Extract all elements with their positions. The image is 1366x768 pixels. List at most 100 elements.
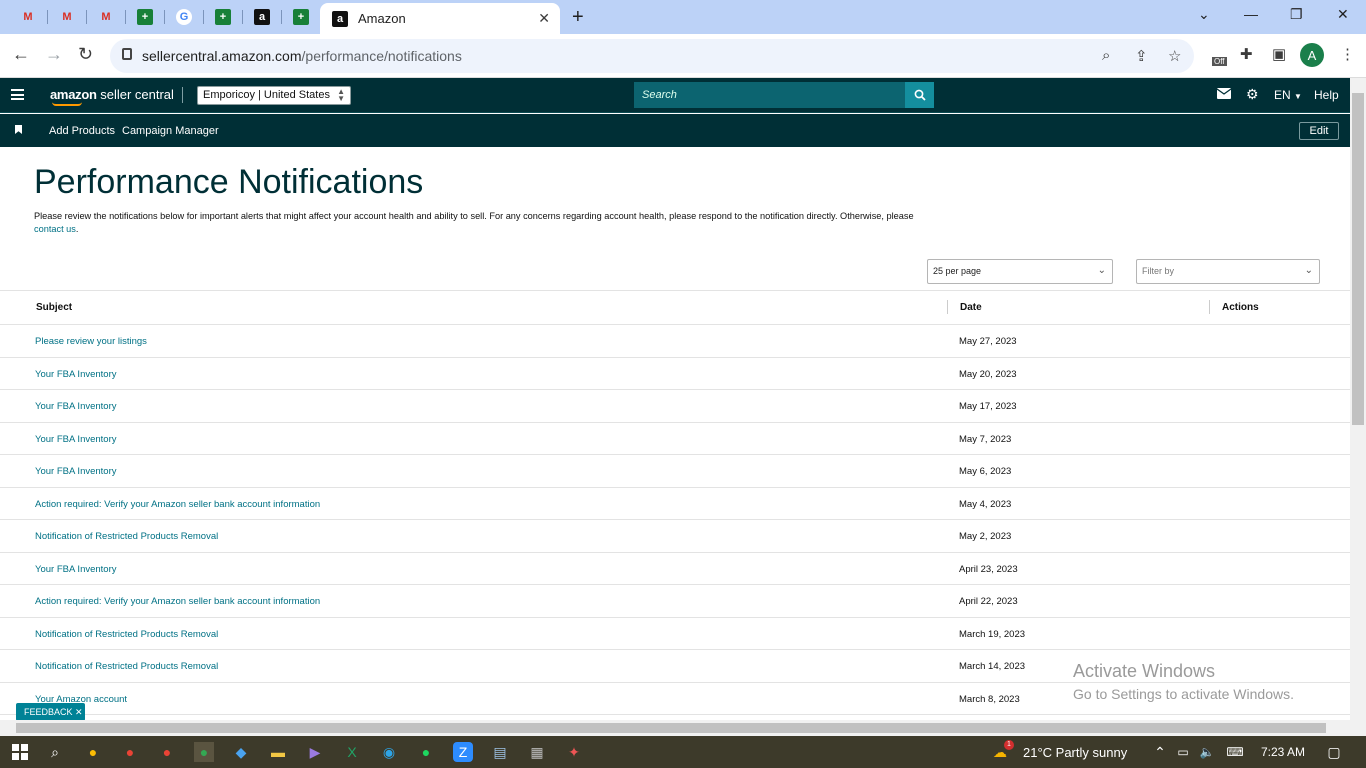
keyboard-icon[interactable]: ⌨ — [1225, 742, 1245, 762]
notification-subject-link[interactable]: Action required: Verify your Amazon sell… — [35, 596, 320, 607]
network-icon[interactable]: ▭ — [1173, 742, 1193, 762]
url-path: /performance/notifications — [301, 48, 462, 64]
zoom-icon[interactable]: Z — [453, 742, 473, 762]
help-link[interactable]: Help — [1314, 88, 1339, 102]
language-selector[interactable]: EN ▼ — [1274, 88, 1302, 102]
profile-avatar[interactable]: A — [1300, 43, 1324, 67]
extensions-puzzle-icon[interactable]: ✚ — [1240, 45, 1253, 63]
side-panel-icon[interactable]: ▣ — [1272, 45, 1286, 63]
notification-date: May 6, 2023 — [959, 466, 1012, 477]
tab-separator — [281, 10, 282, 24]
weather-text[interactable]: 21°C Partly sunny — [1023, 745, 1127, 760]
notifications-icon[interactable]: ▢ — [1324, 742, 1344, 762]
notification-subject-link[interactable]: Your FBA Inventory — [35, 401, 117, 412]
intro-end: . — [75, 224, 79, 234]
pinned-tab-sheets[interactable]: + — [127, 5, 163, 29]
chrome-icon[interactable]: ● — [194, 742, 214, 762]
clock-time[interactable]: 7:23 AM — [1261, 745, 1305, 759]
notification-date: March 8, 2023 — [959, 693, 1020, 705]
address-bar[interactable]: sellercentral.amazon.com/performance/not… — [110, 39, 1194, 73]
column-divider — [947, 300, 948, 314]
notification-subject-link[interactable]: Your FBA Inventory — [35, 466, 117, 477]
column-header-date[interactable]: Date — [960, 302, 982, 313]
reload-button[interactable]: ↻ — [78, 44, 93, 65]
spotify-icon[interactable]: ● — [416, 742, 436, 762]
pinned-tab-google[interactable]: G — [166, 5, 202, 29]
extension-off-icon[interactable]: Off — [1210, 45, 1227, 66]
tab-search-chevron-icon[interactable]: ⌄ — [1198, 6, 1210, 23]
pinned-tab-gmail[interactable]: M — [88, 5, 124, 29]
tab-separator — [203, 10, 204, 24]
notification-subject-link[interactable]: Please review your listings — [35, 336, 147, 347]
campaign-manager-link[interactable]: Campaign Manager — [122, 125, 219, 137]
notification-subject-link[interactable]: Notification of Restricted Products Remo… — [35, 661, 218, 672]
hamburger-menu-icon[interactable] — [11, 89, 24, 100]
table-row: Your FBA Inventory April 23, 2023 — [0, 553, 1350, 585]
page-title: Performance Notifications — [34, 163, 424, 201]
mail-icon[interactable] — [1216, 88, 1232, 102]
store-selector[interactable]: Emporicoy | United States ▲ ▼ — [197, 86, 351, 105]
filter-by-select[interactable]: Filter by ⌄ — [1136, 259, 1320, 284]
excel-icon[interactable]: X — [342, 742, 362, 762]
table-row: Notification of Restricted Products Remo… — [0, 520, 1350, 553]
notification-subject-link[interactable]: Your FBA Inventory — [35, 564, 117, 575]
horizontal-scroll-thumb[interactable] — [16, 723, 1326, 733]
per-page-select[interactable]: 25 per page ⌄ — [927, 259, 1113, 284]
zoom-icon[interactable]: ⌕ — [1102, 47, 1110, 64]
contact-us-link[interactable]: contact us — [34, 224, 76, 234]
close-icon[interactable]: ✕ — [75, 707, 83, 717]
notification-date: March 14, 2023 — [959, 661, 1026, 672]
video-editor-icon[interactable]: ▶ — [305, 742, 325, 762]
gear-icon[interactable]: ⚙ — [1246, 86, 1259, 103]
volume-icon[interactable]: 🔈 — [1197, 742, 1217, 762]
notification-subject-link[interactable]: Notification of Restricted Products Remo… — [35, 629, 218, 640]
notification-subject-link[interactable]: Your FBA Inventory — [35, 434, 117, 445]
add-products-link[interactable]: Add Products — [49, 125, 115, 137]
close-tab-icon[interactable]: ✕ — [538, 10, 550, 27]
notification-subject-link[interactable]: Notification of Restricted Products Remo… — [35, 531, 218, 542]
edit-button[interactable]: Edit — [1299, 122, 1339, 140]
bookmark-star-icon[interactable]: ☆ — [1168, 47, 1181, 65]
search-icon[interactable]: ⌕ — [45, 742, 65, 762]
back-button[interactable]: ← — [12, 44, 30, 65]
vertical-scroll-thumb[interactable] — [1352, 93, 1364, 425]
seller-central-logo[interactable]: amazon seller central — [50, 87, 174, 102]
minimize-button[interactable]: — — [1244, 6, 1258, 22]
file-explorer-icon[interactable]: ▬ — [268, 742, 288, 762]
pinned-tab-sheets[interactable]: + — [283, 5, 319, 29]
app-icon[interactable]: ✦ — [564, 742, 584, 762]
notification-subject-link[interactable]: Action required: Verify your Amazon sell… — [35, 499, 320, 510]
windows-start-icon[interactable] — [10, 742, 30, 762]
browser-menu-icon[interactable]: ⋮ — [1340, 45, 1355, 63]
search-button[interactable] — [905, 82, 934, 108]
bookmark-icon[interactable] — [15, 125, 22, 134]
windows-logo-icon — [12, 744, 28, 760]
new-tab-button[interactable]: + — [572, 6, 584, 29]
table-row: Your FBA Inventory May 20, 2023 — [0, 358, 1350, 390]
app-icon[interactable]: ◆ — [231, 742, 251, 762]
calculator-icon[interactable]: ▦ — [527, 742, 547, 762]
search-input[interactable]: Search — [634, 82, 906, 108]
share-icon[interactable]: ⇪ — [1135, 47, 1148, 65]
pinned-tab-gmail[interactable]: M — [49, 5, 85, 29]
filter-placeholder: Filter by — [1142, 266, 1175, 276]
tab-amazon-active[interactable]: a Amazon ✕ — [320, 3, 560, 34]
feedback-button[interactable]: FEEDBACK ✕ — [16, 703, 85, 721]
forward-button[interactable]: → — [45, 44, 63, 65]
chevron-up-icon[interactable]: ⌃ — [1150, 742, 1170, 762]
pinned-tab-sheets[interactable]: + — [205, 5, 241, 29]
chrome-icon[interactable]: ● — [83, 742, 103, 762]
column-header-subject[interactable]: Subject — [36, 302, 72, 313]
close-window-button[interactable]: ✕ — [1337, 6, 1349, 23]
tab-separator — [242, 10, 243, 24]
edge-icon[interactable]: ◉ — [379, 742, 399, 762]
pinned-tab-amazon[interactable]: a — [244, 5, 280, 29]
notification-subject-link[interactable]: Your FBA Inventory — [35, 369, 117, 380]
feedback-label: FEEDBACK — [24, 707, 73, 717]
chrome-icon[interactable]: ● — [120, 742, 140, 762]
notification-date: April 23, 2023 — [959, 563, 1018, 575]
restore-button[interactable]: ❐ — [1290, 6, 1303, 23]
notepad-icon[interactable]: ▤ — [490, 742, 510, 762]
pinned-tab-gmail[interactable]: M — [10, 5, 46, 29]
chrome-icon[interactable]: ● — [157, 742, 177, 762]
